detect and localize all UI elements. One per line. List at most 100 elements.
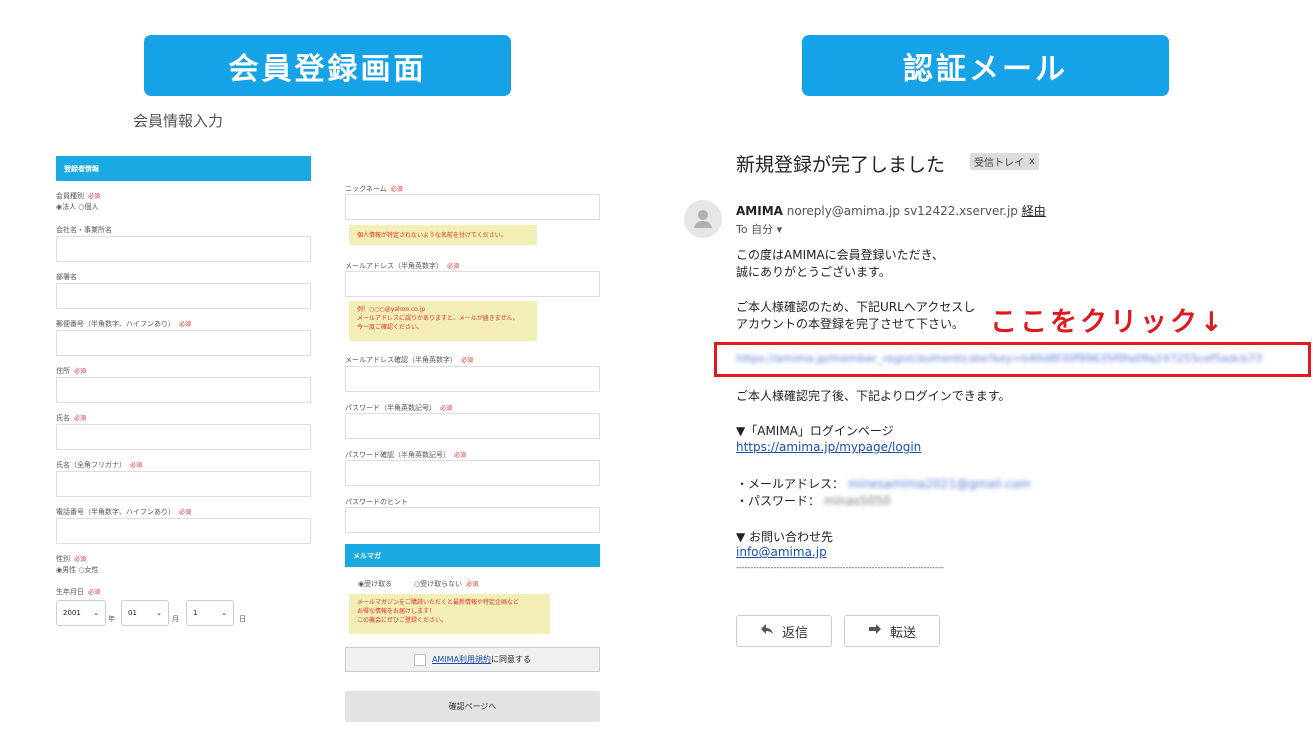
password-hint-input[interactable]	[345, 507, 600, 533]
phone-input[interactable]	[56, 518, 311, 544]
label-zip: 郵便番号（半角数字、ハイフンあり） 必須	[56, 320, 192, 328]
mailmag-note-line: お得な情報をお届けします！	[357, 608, 436, 615]
email-note: 例）○○○@yahoo.co.jp メールアドレスに誤りがありますと、メールが届…	[349, 301, 537, 341]
password-credential-label: ・パスワード：	[736, 494, 821, 508]
address-input[interactable]	[56, 377, 311, 403]
label-gender: 性別 必須	[56, 555, 87, 563]
body-line: ご本人様確認のため、下記URLへアクセスし	[736, 300, 976, 314]
close-icon[interactable]: x	[1029, 156, 1035, 167]
password-confirm-input[interactable]	[345, 460, 600, 486]
chevron-down-icon: ⌄	[93, 609, 99, 617]
birth-month-select[interactable]: 01 ⌄	[121, 600, 169, 626]
sender-name: AMIMA	[736, 204, 783, 218]
label-kana: 氏名（全角フリガナ） 必須	[56, 461, 143, 469]
click-here-annotation: ここをクリック↓	[990, 307, 1226, 338]
forward-label: 転送	[889, 625, 916, 641]
reply-label: 返信	[781, 625, 808, 641]
sender-address: noreply@amima.jp	[786, 204, 900, 218]
verification-link[interactable]: https://amima.jp/member_regist/authentic…	[736, 352, 1261, 365]
login-heading: ▼「AMIMA」ログインページ	[736, 424, 894, 438]
mailmag-note: メールマガジンをご購読いただくと最新情報や特定企画など お得な情報をお届けします…	[349, 594, 550, 634]
chevron-down-icon: ⌄	[156, 609, 162, 617]
password-input[interactable]	[345, 413, 600, 439]
reply-icon	[760, 623, 774, 639]
login-link[interactable]: https://amima.jp/mypage/login	[736, 440, 921, 454]
header-registration-screen: 会員登録画面	[144, 35, 511, 96]
inbox-label-text: 受信トレイ	[974, 158, 1024, 169]
email-confirm-input[interactable]	[345, 366, 600, 392]
body-line: アカウントの本登録を完了させて下さい。	[736, 317, 965, 331]
forward-button[interactable]: 転送	[844, 615, 940, 647]
nickname-input[interactable]	[345, 194, 600, 220]
sender-line: AMIMA noreply@amima.jp sv12422.xserver.j…	[736, 202, 1046, 219]
label-password-confirm: パスワード確認（半角英数記号） 必須	[345, 451, 467, 459]
email-body-instruction: ご本人様確認のため、下記URLへアクセスし アカウントの本登録を完了させて下さい…	[736, 299, 975, 333]
recipient-dropdown[interactable]: To 自分 ▾	[736, 221, 782, 237]
body-line: 誠にありがとうございます。	[736, 265, 891, 279]
confirm-page-button[interactable]: 確認ページへ	[345, 691, 600, 722]
email-credential-value[interactable]: minesamima2021@gmail.com	[848, 477, 1031, 491]
birth-day-select[interactable]: 1 ⌄	[186, 600, 234, 626]
name-input[interactable]	[56, 424, 311, 450]
password-credential-row: ・パスワード： minas5050	[736, 492, 891, 509]
terms-agree-row[interactable]: AMIMA利用規約に同意する	[345, 647, 600, 672]
inbox-label[interactable]: 受信トレイ x	[970, 153, 1039, 170]
gender-radio[interactable]: ◉男性 ○女性	[56, 565, 98, 575]
chevron-down-icon: ⌄	[221, 609, 227, 617]
password-credential-value: minas5050	[823, 494, 891, 508]
mailmag-receive-radio[interactable]: ◉受け取る	[358, 579, 392, 589]
mailmag-note-line: メールマガジンをご購読いただくと最新情報や特定企画など	[357, 599, 520, 606]
label-password-hint: パスワードのヒント	[345, 498, 408, 506]
email-divider: ----------------------------------------…	[736, 563, 944, 572]
birth-year-value: 2001	[63, 609, 81, 617]
avatar	[684, 200, 722, 238]
body-line: この度はAMIMAに会員登録いただき、	[736, 248, 944, 262]
email-credential-label: ・メールアドレス：	[736, 477, 845, 491]
label-department: 部署名	[56, 273, 77, 281]
terms-link[interactable]: AMIMA利用規約	[432, 655, 491, 664]
company-input[interactable]	[56, 236, 311, 262]
year-unit: 年	[108, 615, 115, 623]
forward-icon	[868, 623, 882, 639]
label-member-type: 会員種別 必須	[56, 192, 101, 200]
nickname-note: 個人情報が特定されないような名前を付けてください。	[349, 225, 537, 245]
day-unit: 日	[239, 615, 246, 623]
after-verification-text: ご本人様確認完了後、下記よりログインできます。	[736, 389, 1011, 403]
email-body-intro: この度はAMIMAに会員登録いただき、 誠にありがとうございます。	[736, 247, 944, 281]
mailmag-note-line: この機会にぜひご登録ください。	[357, 617, 448, 624]
label-nickname: ニックネーム 必須	[345, 185, 403, 193]
birth-year-select[interactable]: 2001 ⌄	[56, 600, 106, 626]
zip-input[interactable]	[56, 330, 311, 356]
label-name: 氏名 必須	[56, 414, 87, 422]
recipient-text: To 自分	[736, 223, 774, 236]
department-input[interactable]	[56, 283, 311, 309]
label-email-confirm: メールアドレス確認（半角英数字） 必須	[345, 356, 474, 364]
mailmag-decline-radio[interactable]: ○受け取らない 必須	[414, 579, 478, 589]
label-phone: 電話番号（半角数字、ハイフンあり） 必須	[56, 508, 192, 516]
contact-heading: ▼ お問い合わせ先	[736, 530, 834, 544]
dropdown-arrow-icon: ▾	[776, 223, 783, 236]
label-address: 住所 必須	[56, 367, 87, 375]
terms-checkbox[interactable]	[413, 653, 426, 666]
label-birthday: 生年月日 必須	[56, 588, 101, 596]
label-password: パスワード（半角英数記号） 必須	[345, 404, 453, 412]
via-link[interactable]: 経由	[1022, 204, 1046, 218]
email-note-line: 例）○○○@yahoo.co.jp	[357, 306, 426, 313]
contact-link[interactable]: info@amima.jp	[736, 545, 827, 559]
label-company: 会社名・事業所名	[56, 226, 112, 234]
email-note-line: 今一度ご確認ください。	[357, 324, 424, 331]
email-note-line: メールアドレスに誤りがありますと、メールが届きません。	[357, 315, 519, 322]
kana-input[interactable]	[56, 471, 311, 497]
header-verification-email: 認証メール	[802, 35, 1169, 96]
email-credential-row: ・メールアドレス： minesamima2021@gmail.com	[736, 475, 1031, 492]
reply-button[interactable]: 返信	[736, 615, 832, 647]
section-title-mailmag: メルマガ	[345, 544, 600, 567]
member-type-radio[interactable]: ◉法人 ○個人	[56, 202, 98, 212]
via-server: sv12422.xserver.jp	[903, 204, 1018, 218]
section-title-registrant: 登録者情報	[56, 156, 311, 181]
month-unit: 月	[172, 615, 179, 623]
birth-day-value: 1	[193, 609, 198, 617]
person-icon	[694, 210, 712, 228]
email-input[interactable]	[345, 271, 600, 297]
form-page-title: 会員情報入力	[133, 112, 224, 130]
